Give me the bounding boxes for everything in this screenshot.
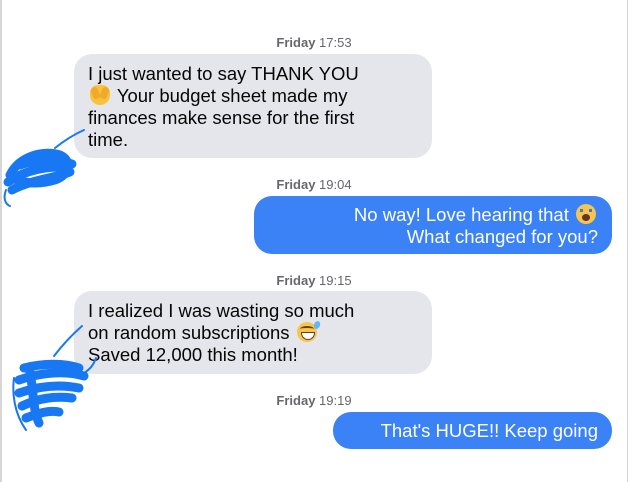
message-line: Saved 12,000 this month! xyxy=(88,344,298,365)
timestamp: Friday 19:15 xyxy=(276,273,352,288)
message-line: That's HUGE!! Keep going xyxy=(380,420,598,441)
message-line: What changed for you? xyxy=(406,226,598,247)
message-bubble-outgoing[interactable]: That's HUGE!! Keep going xyxy=(333,412,612,449)
face-screaming-icon xyxy=(576,204,596,224)
message-line: I just wanted to say THANK YOU xyxy=(88,63,359,84)
left-border xyxy=(0,0,2,482)
message-bubble-incoming[interactable]: I just wanted to say THANK YOU Your budg… xyxy=(74,54,432,158)
sweat-drop xyxy=(312,320,322,330)
message-bubble-outgoing[interactable]: No way! Love hearing that What changed f… xyxy=(254,196,612,254)
timestamp: Friday 19:04 xyxy=(276,177,352,192)
timestamp: Friday 17:53 xyxy=(276,35,352,50)
message-line: finances make sense for the first xyxy=(88,107,355,128)
redacted-avatar-scribble xyxy=(3,129,85,207)
message-line: No way! Love hearing that xyxy=(268,204,598,226)
message-line: time. xyxy=(88,129,129,150)
message-bubble-incoming[interactable]: I realized I was wasting so much on rand… xyxy=(74,291,432,374)
message-line: I realized I was wasting so much xyxy=(88,300,355,321)
message-line: Your budget sheet made my xyxy=(88,85,418,107)
message-line: on random subscriptions xyxy=(88,320,418,344)
redacted-avatar-scribble xyxy=(12,325,97,431)
grinning-sweat-icon xyxy=(296,320,322,342)
raising-hands-icon xyxy=(90,85,110,105)
